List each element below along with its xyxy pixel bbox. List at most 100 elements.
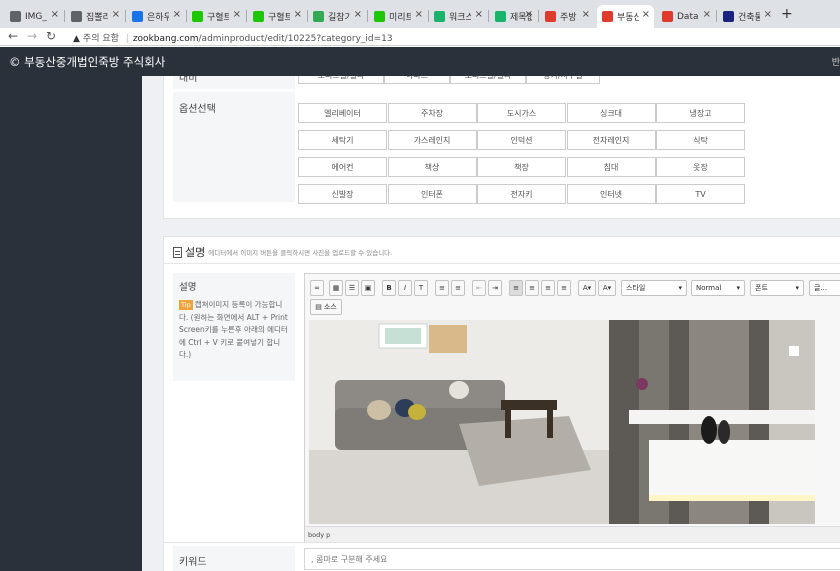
close-icon[interactable]: × [233,9,241,20]
close-icon[interactable]: × [173,9,181,20]
option-button[interactable]: 냉장고 [656,103,745,123]
option-button[interactable]: 가스레인지 [387,130,477,150]
option-button[interactable]: 인터폰 [387,184,477,204]
divider [164,263,840,264]
description-label: 설명 [179,282,197,293]
close-icon[interactable]: × [475,9,483,20]
editor: ∞ ▦ ☰ ▣ B I T ≡ ≡ ⇤ ⇥ ≡ ≡ ≡ ≡ A▾ A▾ 스타일 ▾… [304,273,840,543]
format-dropdown-label: Normal [696,284,722,292]
globe-icon [71,11,82,22]
tab-9[interactable]: 주방 × [540,5,594,28]
format-dropdown[interactable]: Normal ▾ [691,280,745,296]
tab-label: 부동산 [617,13,639,23]
close-icon[interactable]: × [112,9,120,20]
option-button[interactable]: TV [656,184,745,204]
image-icon[interactable]: ▣ [361,280,375,296]
tab-1[interactable]: 집뽈리 × [66,5,124,28]
forward-icon[interactable]: → [27,29,37,43]
url-domain: zookbang.com [132,34,199,44]
option-button[interactable]: 도시가스 [477,103,566,123]
tab-4[interactable]: 구혈트 × [248,5,306,28]
caret-icon [723,11,734,22]
tip-badge: Tip [179,300,193,310]
reload-icon[interactable]: ↻ [46,29,56,43]
option-button[interactable]: 책상 [387,157,477,177]
align-left-icon[interactable]: ≡ [509,280,523,296]
option-button[interactable]: 책장 [477,157,566,177]
close-icon[interactable]: × [582,9,590,20]
partial-option[interactable]: 오피스텔/빌라 [298,76,384,84]
align-center-icon[interactable]: ≡ [525,280,539,296]
close-icon[interactable]: × [764,9,772,20]
table-icon[interactable]: ▦ [329,280,343,296]
tab-6[interactable]: 미리트 × [369,5,427,28]
background-color-icon[interactable]: A▾ [598,280,616,296]
option-button[interactable]: 엘리베이터 [298,103,387,123]
source-button[interactable]: ▤ 소스 [310,299,342,315]
partial-option[interactable]: 상가/사무실 [526,76,600,84]
close-icon[interactable]: × [642,9,650,20]
url-field[interactable]: ▲ 주의 요함 | zookbang.com/adminproduct/edit/1… [73,31,393,44]
tab-0[interactable]: IMG_0 × [5,5,63,28]
tab-label: IMG_0 [25,11,47,22]
font-dropdown[interactable]: 폰트 ▾ [750,280,804,296]
header-right-text[interactable]: 반 [832,55,840,68]
tab-label: 건축물 [738,13,760,23]
option-button[interactable]: 신발장 [298,184,387,204]
tab-8[interactable]: 제목없 × [490,5,537,28]
tab-10[interactable]: 부동산 × [597,5,654,28]
living-room-image[interactable] [309,320,815,524]
new-tab-button[interactable]: + [781,6,793,22]
close-icon[interactable]: × [415,9,423,20]
option-button[interactable]: 싱크대 [566,103,656,123]
italic-icon[interactable]: I [398,280,412,296]
option-button[interactable]: 에어컨 [298,157,387,177]
description-hint: 에디터에서 이미지 버튼을 클릭하시면 사진을 업로드할 수 있습니다. [208,249,393,257]
tab-strip: IMG_0×집뽈리×은하우×구혈트×구혈트×길참기×미리트×워크스×제목없×주방… [0,0,840,28]
keyword-input[interactable] [304,548,840,570]
option-button[interactable]: 인터넷 [566,184,656,204]
horizontal-rule-icon[interactable]: ☰ [345,280,359,296]
bold-icon[interactable]: B [382,280,396,296]
option-button[interactable]: 세탁기 [298,130,387,150]
close-icon[interactable]: × [703,9,711,20]
security-label[interactable]: 주의 요함 [83,34,119,44]
option-button[interactable]: 식탁 [656,130,745,150]
close-icon[interactable]: × [294,9,302,20]
link-icon[interactable]: ∞ [310,280,324,296]
back-icon[interactable]: ← [8,29,18,43]
tab-3[interactable]: 구혈트 × [187,5,245,28]
tab-11[interactable]: Datab × [657,5,715,28]
option-button[interactable]: 옷장 [656,157,745,177]
option-button[interactable]: 전자키 [477,184,566,204]
brand-title[interactable]: © 부동산중개법인죽방 주식회사 [9,54,165,70]
text-color-icon[interactable]: A▾ [578,280,596,296]
editor-status-path[interactable]: body p [305,526,840,543]
option-button[interactable]: 주차장 [387,103,477,123]
tab-5[interactable]: 길참기 × [308,5,366,28]
url-path: /adminproduct/edit/10225?category_id=13 [198,34,393,44]
outdent-icon[interactable]: ⇤ [472,280,486,296]
chat-icon [253,11,264,22]
tab-2[interactable]: 은하우 × [127,5,185,28]
align-justify-icon[interactable]: ≡ [557,280,571,296]
option-button[interactable]: 전자레인지 [566,130,656,150]
close-icon[interactable]: × [354,9,362,20]
partial-option[interactable]: 아파트 [384,76,450,84]
warning-icon[interactable]: ▲ [73,34,80,44]
bulleted-list-icon[interactable]: ≡ [451,280,465,296]
indent-icon[interactable]: ⇥ [488,280,502,296]
close-icon[interactable]: × [525,9,533,20]
style-dropdown[interactable]: 스타일 ▾ [621,280,687,296]
tab-12[interactable]: 건축물 × [718,5,776,28]
tab-7[interactable]: 워크스 × [429,5,487,28]
option-button[interactable]: 인덕션 [477,130,566,150]
numbered-list-icon[interactable]: ≡ [435,280,449,296]
size-dropdown[interactable]: 글... [809,280,840,296]
partial-option[interactable]: 오피스텔/빌라 [450,76,526,84]
align-right-icon[interactable]: ≡ [541,280,555,296]
option-button[interactable]: 침대 [566,157,656,177]
tip-text: 캡쳐이미지 등록이 가능합니다. (원하는 화면에서 ALT + Print S… [179,300,288,359]
close-icon[interactable]: × [51,9,59,20]
remove-format-icon[interactable]: T [414,280,428,296]
